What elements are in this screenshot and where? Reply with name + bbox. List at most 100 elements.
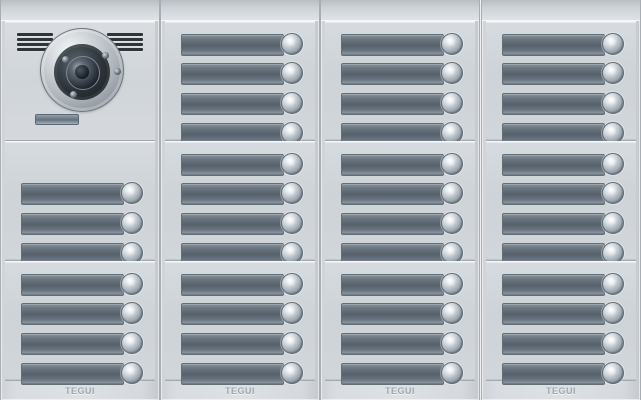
call-button[interactable] <box>602 212 624 234</box>
button-module <box>325 141 475 265</box>
resident-row[interactable] <box>181 212 305 236</box>
name-slot <box>341 274 444 296</box>
resident-row[interactable] <box>341 62 465 86</box>
name-slot <box>341 363 444 385</box>
panel-column-1: TEGUI <box>0 0 160 400</box>
name-slot <box>502 154 605 176</box>
resident-row[interactable] <box>181 92 305 116</box>
name-slot <box>341 303 444 325</box>
call-button[interactable] <box>121 302 143 324</box>
call-button[interactable] <box>602 302 624 324</box>
name-slot <box>181 274 284 296</box>
resident-row[interactable] <box>502 273 626 297</box>
name-slot <box>341 333 444 355</box>
call-button[interactable] <box>602 153 624 175</box>
call-button[interactable] <box>602 182 624 204</box>
resident-row[interactable] <box>502 302 626 326</box>
call-button[interactable] <box>281 362 303 384</box>
call-button[interactable] <box>281 33 303 55</box>
resident-row[interactable] <box>21 332 145 356</box>
call-button[interactable] <box>441 332 463 354</box>
call-button[interactable] <box>602 62 624 84</box>
resident-row[interactable] <box>341 182 465 206</box>
call-button[interactable] <box>121 182 143 204</box>
name-slot <box>502 93 605 115</box>
call-button[interactable] <box>121 362 143 384</box>
name-slot <box>502 183 605 205</box>
call-button[interactable] <box>441 212 463 234</box>
name-slot <box>181 213 284 235</box>
resident-row[interactable] <box>21 273 145 297</box>
call-button[interactable] <box>281 92 303 114</box>
name-slot <box>21 303 124 325</box>
resident-row[interactable] <box>502 332 626 356</box>
resident-row[interactable] <box>181 62 305 86</box>
call-button[interactable] <box>281 62 303 84</box>
resident-row[interactable] <box>502 92 626 116</box>
resident-row[interactable] <box>341 33 465 57</box>
call-button[interactable] <box>441 92 463 114</box>
resident-row[interactable] <box>181 182 305 206</box>
resident-row[interactable] <box>502 362 626 386</box>
resident-row[interactable] <box>502 62 626 86</box>
resident-row[interactable] <box>341 212 465 236</box>
name-slot <box>502 63 605 85</box>
resident-row[interactable] <box>341 302 465 326</box>
name-slot <box>502 213 605 235</box>
resident-row[interactable] <box>181 273 305 297</box>
resident-row[interactable] <box>21 302 145 326</box>
camera-lens-ring <box>54 44 121 100</box>
call-button[interactable] <box>441 33 463 55</box>
call-button[interactable] <box>281 302 303 324</box>
call-button[interactable] <box>281 273 303 295</box>
resident-row[interactable] <box>341 332 465 356</box>
resident-row[interactable] <box>181 302 305 326</box>
call-button[interactable] <box>602 332 624 354</box>
resident-row[interactable] <box>181 362 305 386</box>
call-button[interactable] <box>441 273 463 295</box>
call-button[interactable] <box>441 153 463 175</box>
resident-row[interactable] <box>502 153 626 177</box>
name-slot <box>181 363 284 385</box>
resident-row[interactable] <box>181 332 305 356</box>
resident-row[interactable] <box>341 92 465 116</box>
button-module <box>486 141 636 265</box>
call-button[interactable] <box>602 362 624 384</box>
call-button[interactable] <box>441 302 463 324</box>
resident-row[interactable] <box>341 362 465 386</box>
resident-row[interactable] <box>21 212 145 236</box>
resident-row[interactable] <box>502 33 626 57</box>
call-button[interactable] <box>602 92 624 114</box>
resident-row[interactable] <box>341 153 465 177</box>
button-module <box>165 141 315 265</box>
button-module <box>325 261 475 385</box>
name-slot <box>341 154 444 176</box>
call-button[interactable] <box>121 212 143 234</box>
name-slot <box>21 213 124 235</box>
ir-led-icon <box>114 68 121 75</box>
call-button[interactable] <box>281 153 303 175</box>
resident-row[interactable] <box>181 153 305 177</box>
resident-row[interactable] <box>502 212 626 236</box>
call-button[interactable] <box>281 182 303 204</box>
resident-row[interactable] <box>502 182 626 206</box>
resident-row[interactable] <box>341 273 465 297</box>
call-button[interactable] <box>602 273 624 295</box>
call-button[interactable] <box>441 62 463 84</box>
call-button[interactable] <box>281 332 303 354</box>
resident-row[interactable] <box>21 362 145 386</box>
resident-row[interactable] <box>21 182 145 206</box>
call-button[interactable] <box>281 212 303 234</box>
intercom-panel: TEGUI TEGUI TEGUI TEGUI <box>0 0 641 400</box>
name-slot <box>21 333 124 355</box>
name-slot <box>21 363 124 385</box>
resident-row[interactable] <box>181 33 305 57</box>
button-module <box>5 141 155 265</box>
call-button[interactable] <box>121 273 143 295</box>
call-button[interactable] <box>602 33 624 55</box>
ir-led-icon <box>62 56 69 63</box>
call-button[interactable] <box>441 182 463 204</box>
call-button[interactable] <box>121 332 143 354</box>
call-button[interactable] <box>441 362 463 384</box>
camera-icon <box>40 28 124 112</box>
